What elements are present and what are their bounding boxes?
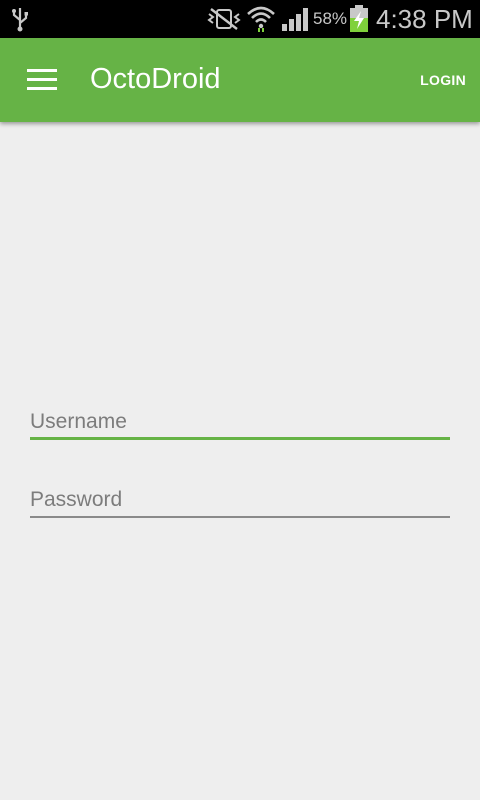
username-field-container <box>30 407 450 440</box>
clock: 4:38 PM <box>376 4 473 34</box>
password-field[interactable] <box>30 485 450 515</box>
login-button[interactable]: LOGIN <box>420 72 466 88</box>
password-underline <box>30 516 450 518</box>
usb-icon <box>12 8 28 32</box>
wifi-icon <box>247 6 275 32</box>
username-field[interactable] <box>30 407 450 437</box>
username-underline <box>30 437 450 440</box>
status-bar: 58% 4:38 PM <box>0 0 480 38</box>
battery-charging-icon <box>350 5 368 32</box>
vibrate-mute-icon <box>207 8 241 30</box>
password-field-container <box>30 485 450 518</box>
app-bar: OctoDroid LOGIN <box>0 38 480 122</box>
app-title: OctoDroid <box>90 63 221 95</box>
battery-percent: 58% <box>313 9 348 28</box>
signal-icon <box>282 8 308 31</box>
hamburger-menu-icon[interactable] <box>27 69 57 91</box>
